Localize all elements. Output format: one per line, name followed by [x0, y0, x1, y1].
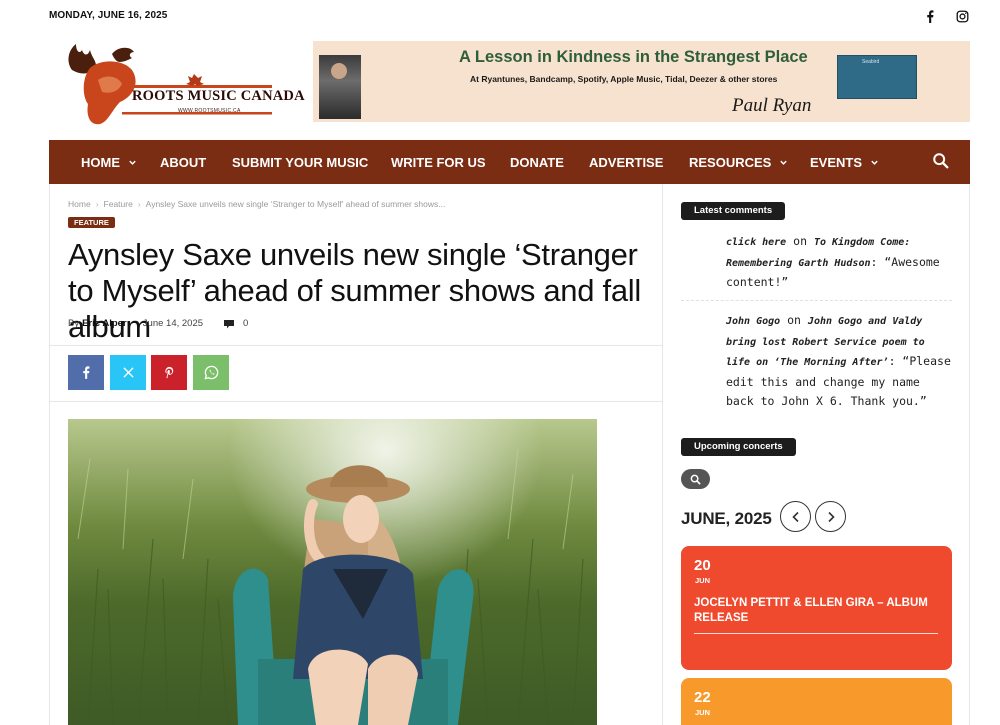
search-icon[interactable] [932, 152, 952, 172]
album-label: Seabird [862, 59, 880, 65]
event-month: JUN [695, 576, 711, 585]
calendar-month: JUNE, 2025 [681, 509, 772, 528]
comment-author[interactable]: click here [726, 237, 786, 248]
divider [49, 401, 662, 402]
byline-by: By [68, 318, 80, 329]
nav-item-write-for-us[interactable]: WRITE FOR US [391, 140, 486, 184]
instagram-icon[interactable] [954, 8, 970, 24]
pinterest-icon [165, 366, 174, 379]
chevron-down-icon [780, 160, 788, 165]
nav-label: RESOURCES [689, 154, 772, 170]
nav-label: EVENTS [810, 154, 863, 170]
comment-separator [681, 300, 952, 301]
nav-label: HOME [81, 154, 120, 170]
nav-label: ADVERTISE [589, 154, 664, 170]
article-byline: By Eric Alper - June 14, 2025 0 [68, 318, 248, 329]
article-featured-image [68, 419, 597, 725]
calendar-prev-button[interactable] [780, 501, 811, 532]
event-day: 20 [694, 557, 711, 574]
search-icon [690, 474, 701, 484]
breadcrumb-home[interactable]: Home [68, 199, 91, 209]
share-x-button[interactable] [110, 355, 146, 390]
banner-signature: Paul Ryan [732, 95, 812, 116]
nav-item-events[interactable]: EVENTS [810, 140, 879, 184]
column-divider [662, 184, 663, 725]
chevron-down-icon [871, 160, 878, 165]
comment-on: on [787, 313, 801, 327]
chevron-left-icon [791, 511, 799, 522]
banner-artist-photo [319, 55, 361, 119]
author-link[interactable]: Eric Alper [82, 318, 127, 329]
current-date: MONDAY, JUNE 16, 2025 [49, 10, 168, 21]
chevron-down-icon [129, 160, 136, 165]
calendar-next-button[interactable] [815, 501, 846, 532]
event-day: 22 [694, 689, 711, 706]
breadcrumb-separator: › [95, 199, 99, 209]
nav-item-submit-your-music[interactable]: SUBMIT YOUR MUSIC [232, 140, 368, 184]
nav-label: DONATE [510, 154, 564, 170]
category-tag[interactable]: FEATURE [68, 217, 115, 228]
divider [49, 345, 662, 346]
site-logo[interactable]: ROOTS MUSIC CANADA WWW.ROOTSMUSIC.CA [62, 40, 305, 126]
nav-item-about[interactable]: ABOUT [160, 140, 206, 184]
x-icon [122, 367, 134, 378]
share-pinterest-button[interactable] [151, 355, 187, 390]
nav-item-advertise[interactable]: ADVERTISE [589, 140, 663, 184]
share-facebook-button[interactable] [68, 355, 104, 390]
latest-comments-heading: Latest comments [681, 202, 786, 220]
top-bar: MONDAY, JUNE 16, 2025 [0, 0, 1000, 32]
nav-label: ABOUT [160, 154, 207, 170]
event-card[interactable]: 20 JUN JOCELYN PETTIT & ELLEN GIRA – ALB… [681, 546, 952, 670]
breadcrumb: Home › Feature › Aynsley Saxe unveils new si… [68, 199, 445, 209]
comment-author[interactable]: John Gogo [726, 316, 780, 327]
facebook-icon [83, 366, 90, 379]
breadcrumb-separator: › [137, 199, 141, 209]
article-date: June 14, 2025 [142, 318, 204, 329]
nav-item-home[interactable]: HOME [81, 140, 137, 184]
comment-item: John Gogo on John Gogo and Valdy bring l… [726, 311, 952, 412]
nav-item-resources[interactable]: RESOURCES [689, 140, 788, 184]
event-divider [694, 633, 938, 634]
event-month: JUN [695, 708, 711, 717]
logo-url: WWW.ROOTSMUSIC.CA [178, 108, 241, 114]
comment-on: on [793, 234, 808, 248]
banner-title: A Lesson in Kindness in the Strangest Pl… [459, 48, 808, 66]
comment-icon [224, 319, 235, 328]
comment-item: click here on To Kingdom Come: Rememberi… [726, 232, 952, 293]
byline-dash: - [129, 318, 133, 329]
comment-count-link[interactable]: 0 [223, 318, 248, 329]
chevron-right-icon [827, 511, 835, 522]
main-nav: HOME ABOUT SUBMIT YOUR MUSIC WRITE FOR U… [49, 140, 970, 184]
comment-count: 0 [243, 318, 249, 329]
nav-label: WRITE FOR US [391, 154, 486, 170]
event-title[interactable]: JOCELYN PETTIT & ELLEN GIRA – ALBUM RELE… [694, 596, 934, 626]
facebook-icon[interactable] [922, 8, 938, 24]
logo-text: ROOTS MUSIC CANADA [132, 88, 305, 104]
calendar-search-button[interactable] [681, 469, 710, 489]
upcoming-concerts-heading: Upcoming concerts [681, 438, 796, 456]
banner-ad[interactable]: A Lesson in Kindness in the Strangest Pl… [313, 41, 970, 122]
social-links [922, 8, 970, 24]
nav-label: SUBMIT YOUR MUSIC [232, 154, 369, 170]
banner-subtitle: At Ryantunes, Bandcamp, Spotify, Apple M… [470, 74, 778, 84]
whatsapp-icon [203, 365, 218, 380]
event-card[interactable]: 22 JUN [681, 678, 952, 725]
breadcrumb-feature[interactable]: Feature [104, 199, 133, 209]
breadcrumb-current: Aynsley Saxe unveils new single ‘Strange… [145, 199, 446, 209]
banner-album-cover: Seabird [837, 55, 917, 99]
share-whatsapp-button[interactable] [193, 355, 229, 390]
nav-item-donate[interactable]: DONATE [510, 140, 564, 184]
